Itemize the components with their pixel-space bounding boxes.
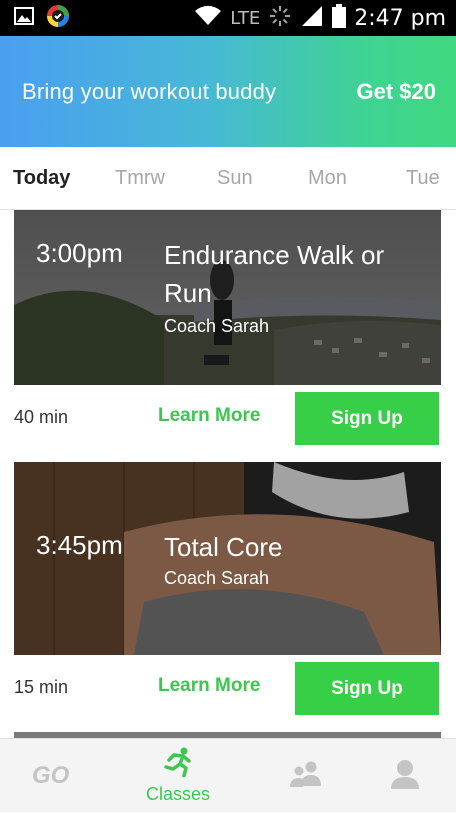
day-tabs: Today Tmrw Sun Mon Tue (0, 147, 456, 210)
get-reward-link[interactable]: Get $20 (357, 79, 437, 105)
tab-tomorrow[interactable]: Tmrw (115, 167, 165, 190)
tab-today[interactable]: Today (13, 167, 70, 190)
sign-up-button[interactable]: Sign Up (295, 392, 439, 445)
nav-classes[interactable]: Classes (130, 739, 226, 813)
coach-name: Coach Sarah (164, 568, 270, 588)
learn-more-link[interactable]: Learn More (158, 675, 260, 697)
class-card: 3:45pm Total Core Coach Sarah 15 min Lea… (14, 462, 441, 719)
clock: 2:47 pm (354, 5, 446, 31)
wifi-icon (194, 5, 222, 32)
nav-profile[interactable] (375, 739, 435, 813)
tab-tuesday[interactable]: Tue (406, 167, 440, 190)
class-image[interactable]: 3:00pm Endurance Walk or Run Coach Sarah (14, 210, 441, 385)
learn-more-link[interactable]: Learn More (158, 405, 260, 427)
sign-up-button[interactable]: Sign Up (295, 662, 439, 715)
running-person-icon (162, 747, 194, 782)
class-time: 3:45pm (36, 530, 123, 560)
status-bar: LTE 2:47 pm (0, 0, 456, 36)
class-footer: 40 min Learn More Sign Up (14, 385, 441, 449)
class-title: Total Core (164, 532, 283, 562)
profile-icon (390, 759, 420, 794)
class-footer: 15 min Learn More Sign Up (14, 655, 441, 719)
class-card: 3:00pm Endurance Walk or Run Coach Sarah… (14, 210, 441, 449)
nav-classes-label: Classes (145, 784, 211, 804)
people-icon (289, 760, 323, 793)
signal-activity-icon (268, 4, 292, 33)
colorful-app-icon (46, 4, 70, 33)
class-title: Endurance Walk or Run (164, 240, 385, 308)
network-type: LTE (230, 7, 261, 29)
coach-name: Coach Sarah (164, 316, 270, 336)
image-icon (14, 6, 34, 31)
tab-monday[interactable]: Mon (308, 167, 347, 190)
class-list[interactable]: 3:00pm Endurance Walk or Run Coach Sarah… (0, 210, 456, 738)
referral-banner[interactable]: Bring your workout buddy Get $20 (0, 36, 456, 147)
svg-text:GO: GO (32, 762, 69, 787)
class-duration: 15 min (14, 677, 69, 697)
class-duration: 40 min (14, 407, 69, 427)
class-image[interactable]: 3:45pm Total Core Coach Sarah (14, 462, 441, 655)
class-time: 3:00pm (36, 238, 123, 268)
signal-icon (300, 5, 324, 32)
referral-text: Bring your workout buddy (22, 78, 277, 104)
bottom-nav: GO Classes (0, 738, 456, 812)
nav-community[interactable] (276, 739, 336, 813)
battery-icon (332, 3, 347, 33)
nav-home[interactable]: GO (20, 739, 80, 813)
tab-sunday[interactable]: Sun (217, 167, 253, 190)
go-logo-icon: GO (31, 761, 70, 792)
